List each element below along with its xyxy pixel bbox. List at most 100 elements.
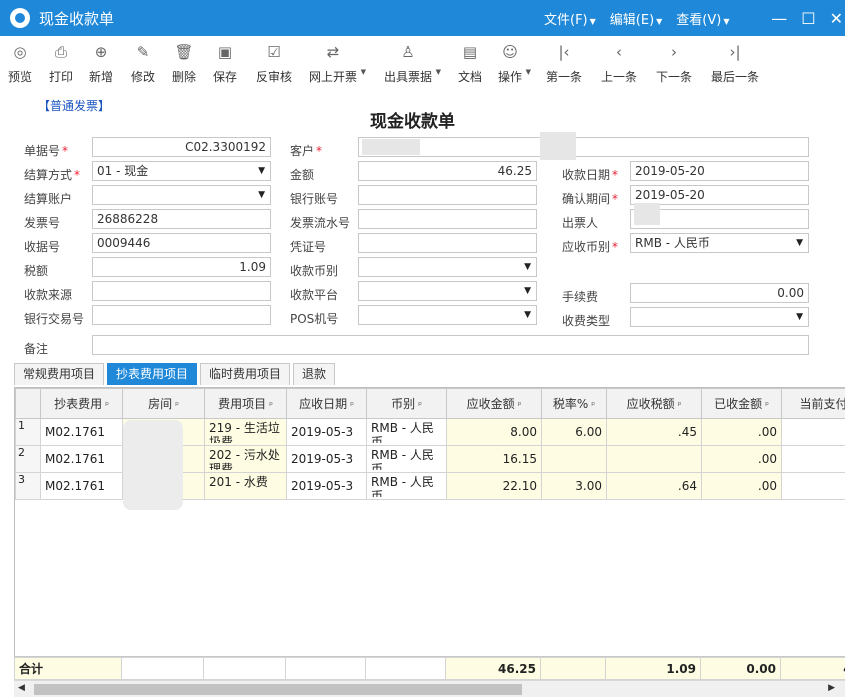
current-pay-cell[interactable]: 22 xyxy=(781,472,845,500)
prev-record-button[interactable]: ‹ 上一条 xyxy=(601,42,637,85)
column-header[interactable]: 应收金额 ᵖ xyxy=(446,388,542,419)
due-date-cell[interactable]: 2019-05-3 xyxy=(286,445,367,473)
column-header[interactable]: 费用项目 ᵖ xyxy=(204,388,287,419)
dropdown-arrow-icon[interactable]: ▼ xyxy=(526,68,531,76)
settle-account-select[interactable]: ▼ xyxy=(92,185,271,205)
current-pay-cell[interactable]: 16 xyxy=(781,445,845,473)
pin-icon[interactable]: ᵖ xyxy=(175,401,179,411)
bank-account-field[interactable] xyxy=(358,185,537,205)
amount-cell[interactable]: 22.10 xyxy=(446,472,542,500)
minimize-icon[interactable]: — xyxy=(771,9,787,28)
column-header[interactable]: 币别 ᵖ xyxy=(366,388,447,419)
tab-temporary-fees[interactable]: 临时费用项目 xyxy=(200,363,291,385)
receipt-no-field[interactable]: 0009446 xyxy=(92,233,271,253)
maximize-icon[interactable]: ☐ xyxy=(801,9,815,28)
due-date-cell[interactable]: 2019-05-3 xyxy=(286,418,367,446)
menu-file[interactable]: 文件(F) ▼ xyxy=(544,9,596,28)
online-invoice-button[interactable]: ⇄ 网上开票 ▼ xyxy=(309,42,366,85)
tax-cell[interactable] xyxy=(606,445,702,473)
received-cell[interactable]: .00 xyxy=(701,472,782,500)
fee-item-cell[interactable]: 201 - 水费 xyxy=(204,472,287,500)
pin-icon[interactable]: ᵖ xyxy=(105,401,109,411)
meter-fee-cell[interactable]: M02.1761 xyxy=(40,418,123,446)
menu-view[interactable]: 查看(V) ▼ xyxy=(676,9,729,28)
currency-cell[interactable]: RMB - 人民币 xyxy=(366,418,447,446)
currency-cell[interactable]: RMB - 人民币 xyxy=(366,472,447,500)
customer-field[interactable] xyxy=(358,137,809,157)
column-header[interactable]: 已收金额 ᵖ xyxy=(701,388,782,419)
tax-rate-cell[interactable] xyxy=(541,445,607,473)
amount-cell[interactable]: 8.00 xyxy=(446,418,542,446)
pin-icon[interactable]: ᵖ xyxy=(591,401,595,411)
amount-field[interactable]: 46.25 xyxy=(358,161,537,181)
operate-button[interactable]: ☺ 操作 ▼ xyxy=(498,42,531,85)
pin-icon[interactable]: ᵖ xyxy=(350,401,354,411)
column-header[interactable]: 房间 ᵖ xyxy=(122,388,205,419)
print-button[interactable]: ⎙ 打印 xyxy=(49,42,73,85)
pin-icon[interactable]: ᵖ xyxy=(518,401,522,411)
current-pay-cell[interactable]: 8 xyxy=(781,418,845,446)
edit-button[interactable]: ✎ 修改 xyxy=(131,42,155,85)
issue-ticket-button[interactable]: ♙ 出具票据 ▼ xyxy=(384,42,441,85)
due-date-cell[interactable]: 2019-05-3 xyxy=(286,472,367,500)
pin-icon[interactable]: ᵖ xyxy=(269,401,273,411)
fee-item-cell[interactable]: 219 - 生活垃圾费 xyxy=(204,418,287,446)
remark-field[interactable] xyxy=(92,335,809,355)
column-header[interactable]: 当前支付 xyxy=(781,388,845,419)
column-header[interactable]: 抄表费用 ᵖ xyxy=(40,388,123,419)
scroll-left-icon[interactable]: ◀ xyxy=(18,683,25,693)
tab-refund[interactable]: 退款 xyxy=(293,363,336,385)
scroll-right-icon[interactable]: ▶ xyxy=(828,683,835,693)
amount-cell[interactable]: 16.15 xyxy=(446,445,542,473)
tab-regular-fees[interactable]: 常规费用项目 xyxy=(14,363,105,385)
fee-field[interactable]: 0.00 xyxy=(630,283,809,303)
received-cell[interactable]: .00 xyxy=(701,445,782,473)
source-field[interactable] xyxy=(92,281,271,301)
tax-rate-cell[interactable]: 3.00 xyxy=(541,472,607,500)
document-button[interactable]: ▤ 文档 xyxy=(458,42,482,85)
column-header[interactable]: 应收税额 ᵖ xyxy=(606,388,702,419)
settle-method-select[interactable]: 01 - 现金 ▼ xyxy=(92,161,271,181)
close-icon[interactable]: ✕ xyxy=(830,9,843,28)
meter-fee-cell[interactable]: M02.1761 xyxy=(40,445,123,473)
pos-no-select[interactable]: ▼ xyxy=(358,305,537,325)
dropdown-arrow-icon[interactable]: ▼ xyxy=(361,68,366,76)
pin-icon[interactable]: ᵖ xyxy=(678,401,682,411)
pay-date-field[interactable]: 2019-05-20 xyxy=(630,161,809,181)
next-record-button[interactable]: › 下一条 xyxy=(656,42,692,85)
tax-cell[interactable]: .64 xyxy=(606,472,702,500)
save-button[interactable]: ▣ 保存 xyxy=(213,42,237,85)
pay-platform-select[interactable]: ▼ xyxy=(358,281,537,301)
delete-button[interactable]: 🗑 删除 xyxy=(172,42,196,85)
tab-meter-fees[interactable]: 抄表费用项目 xyxy=(107,363,198,385)
add-button[interactable]: ⊕ 新增 xyxy=(89,42,113,85)
bank-txn-field[interactable] xyxy=(92,305,271,325)
horizontal-scrollbar[interactable]: ◀ ▶ xyxy=(14,680,845,697)
column-header[interactable]: 税率% ᵖ xyxy=(541,388,607,419)
pay-currency-select[interactable]: ▼ xyxy=(358,257,537,277)
scrollbar-thumb[interactable] xyxy=(34,684,522,695)
received-cell[interactable]: .00 xyxy=(701,418,782,446)
preview-button[interactable]: ◎ 预览 xyxy=(8,42,32,85)
tax-cell[interactable]: .45 xyxy=(606,418,702,446)
meter-fee-cell[interactable]: M02.1761 xyxy=(40,472,123,500)
last-record-button[interactable]: ›| 最后一条 xyxy=(711,42,759,85)
doc-no-field[interactable]: C02.3300192 xyxy=(92,137,271,157)
tax-rate-cell[interactable]: 6.00 xyxy=(541,418,607,446)
column-header[interactable]: 应收日期 ᵖ xyxy=(286,388,367,419)
first-record-button[interactable]: |‹ 第一条 xyxy=(546,42,582,85)
tax-field[interactable]: 1.09 xyxy=(92,257,271,277)
voucher-no-field[interactable] xyxy=(358,233,537,253)
fee-item-cell[interactable]: 202 - 污水处理费 xyxy=(204,445,287,473)
currency-cell[interactable]: RMB - 人民币 xyxy=(366,445,447,473)
invoice-serial-field[interactable] xyxy=(358,209,537,229)
receivable-currency-select[interactable]: RMB - 人民币 ▼ xyxy=(630,233,809,253)
pin-icon[interactable]: ᵖ xyxy=(765,401,769,411)
unaudit-button[interactable]: ☑ 反审核 xyxy=(256,42,292,85)
pin-icon[interactable]: ᵖ xyxy=(418,401,422,411)
invoice-no-field[interactable]: 26886228 xyxy=(92,209,271,229)
dropdown-arrow-icon[interactable]: ▼ xyxy=(436,68,441,76)
fee-type-select[interactable]: ▼ xyxy=(630,307,809,327)
confirm-period-field[interactable]: 2019-05-20 xyxy=(630,185,809,205)
menu-edit[interactable]: 编辑(E) ▼ xyxy=(610,9,663,28)
